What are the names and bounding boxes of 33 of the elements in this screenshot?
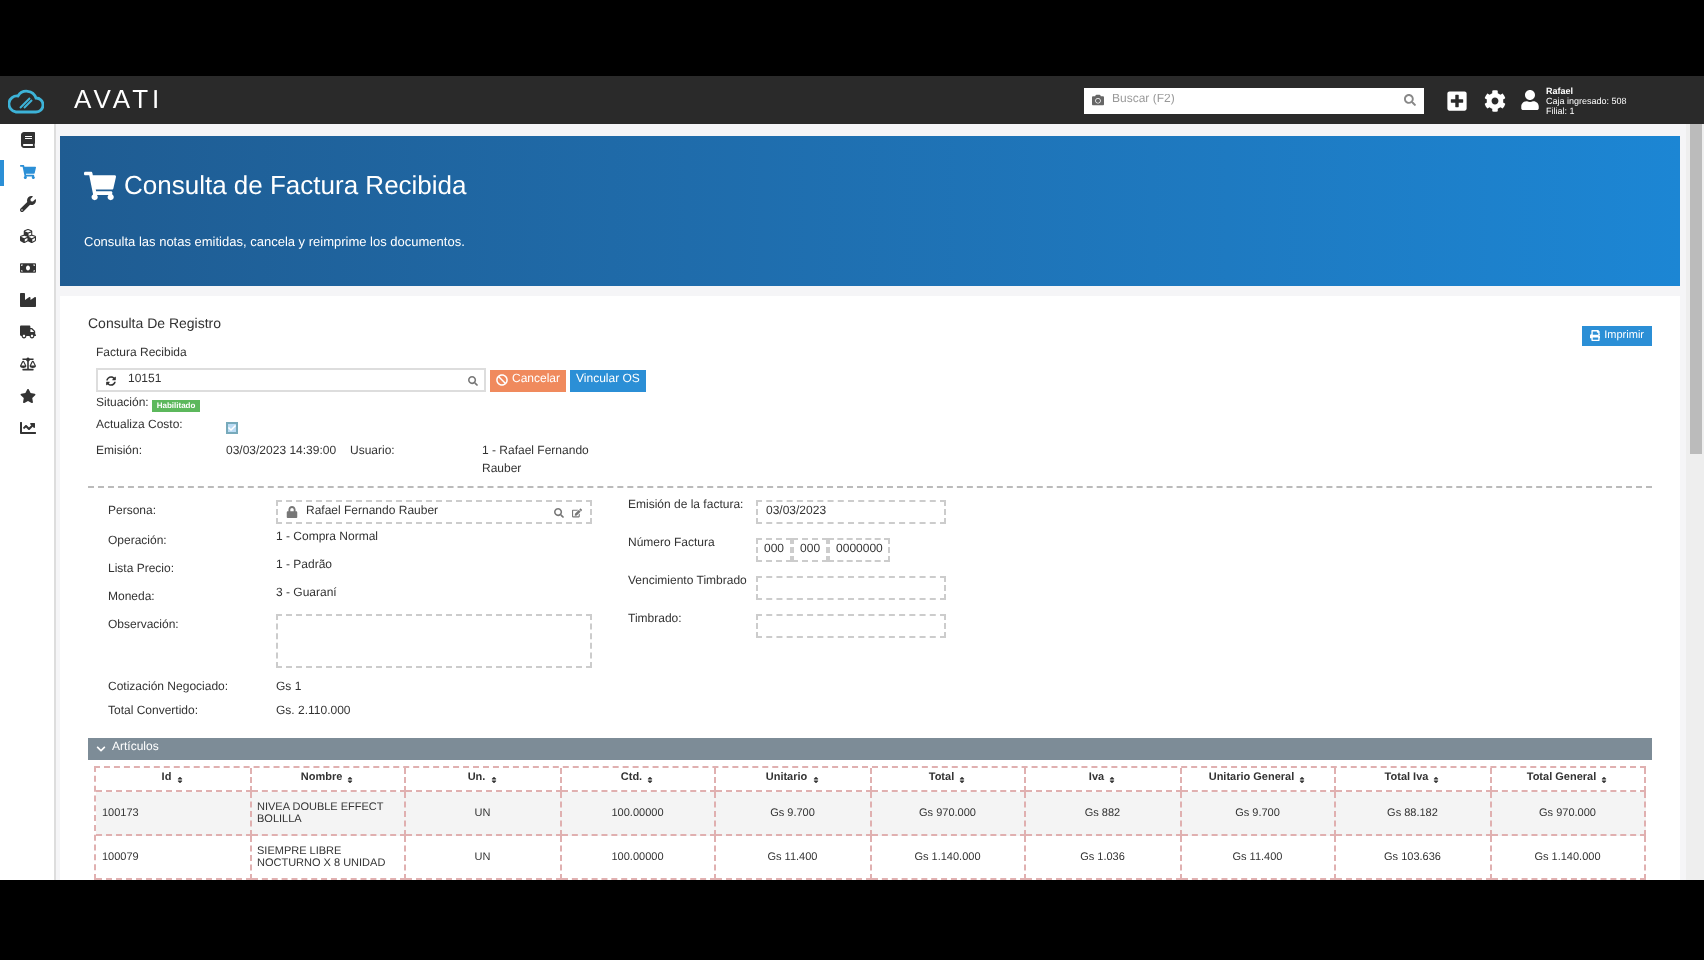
wrench-icon[interactable] [19,196,35,212]
grid-icon[interactable] [1446,89,1468,111]
cart-icon [84,169,116,202]
user-icon[interactable] [1520,90,1540,110]
refresh-icon[interactable] [106,375,116,385]
cart-icon[interactable] [19,164,35,180]
line-chart-icon[interactable] [19,420,35,436]
scale-icon[interactable] [19,356,35,372]
app-logo: AVATI [74,82,164,119]
ban-icon [496,374,508,386]
money-icon[interactable] [19,260,35,276]
search-icon[interactable] [468,375,478,385]
settings-icon[interactable] [1484,89,1506,111]
factory-icon[interactable] [19,292,35,308]
input-field[interactable] [756,614,946,638]
search-icon[interactable] [1404,94,1416,106]
chevron-icon [96,744,106,754]
camera-icon [1092,94,1104,106]
cubes-icon[interactable] [19,228,35,244]
cloud-logo-icon [8,87,44,113]
input-field[interactable] [756,576,946,600]
page-title: Consulta de Factura Recibida [124,168,467,204]
scrollbar[interactable] [1686,124,1704,880]
search-icon[interactable] [554,507,564,517]
checkbox[interactable] [226,421,238,433]
printer-icon [1589,330,1601,342]
edit-icon[interactable] [572,507,582,517]
truck-icon[interactable] [19,324,35,340]
observation-field[interactable] [276,614,592,668]
lock-icon [286,506,298,518]
check-icon [228,423,236,431]
book-icon[interactable] [19,132,35,148]
star-icon[interactable] [19,388,35,404]
